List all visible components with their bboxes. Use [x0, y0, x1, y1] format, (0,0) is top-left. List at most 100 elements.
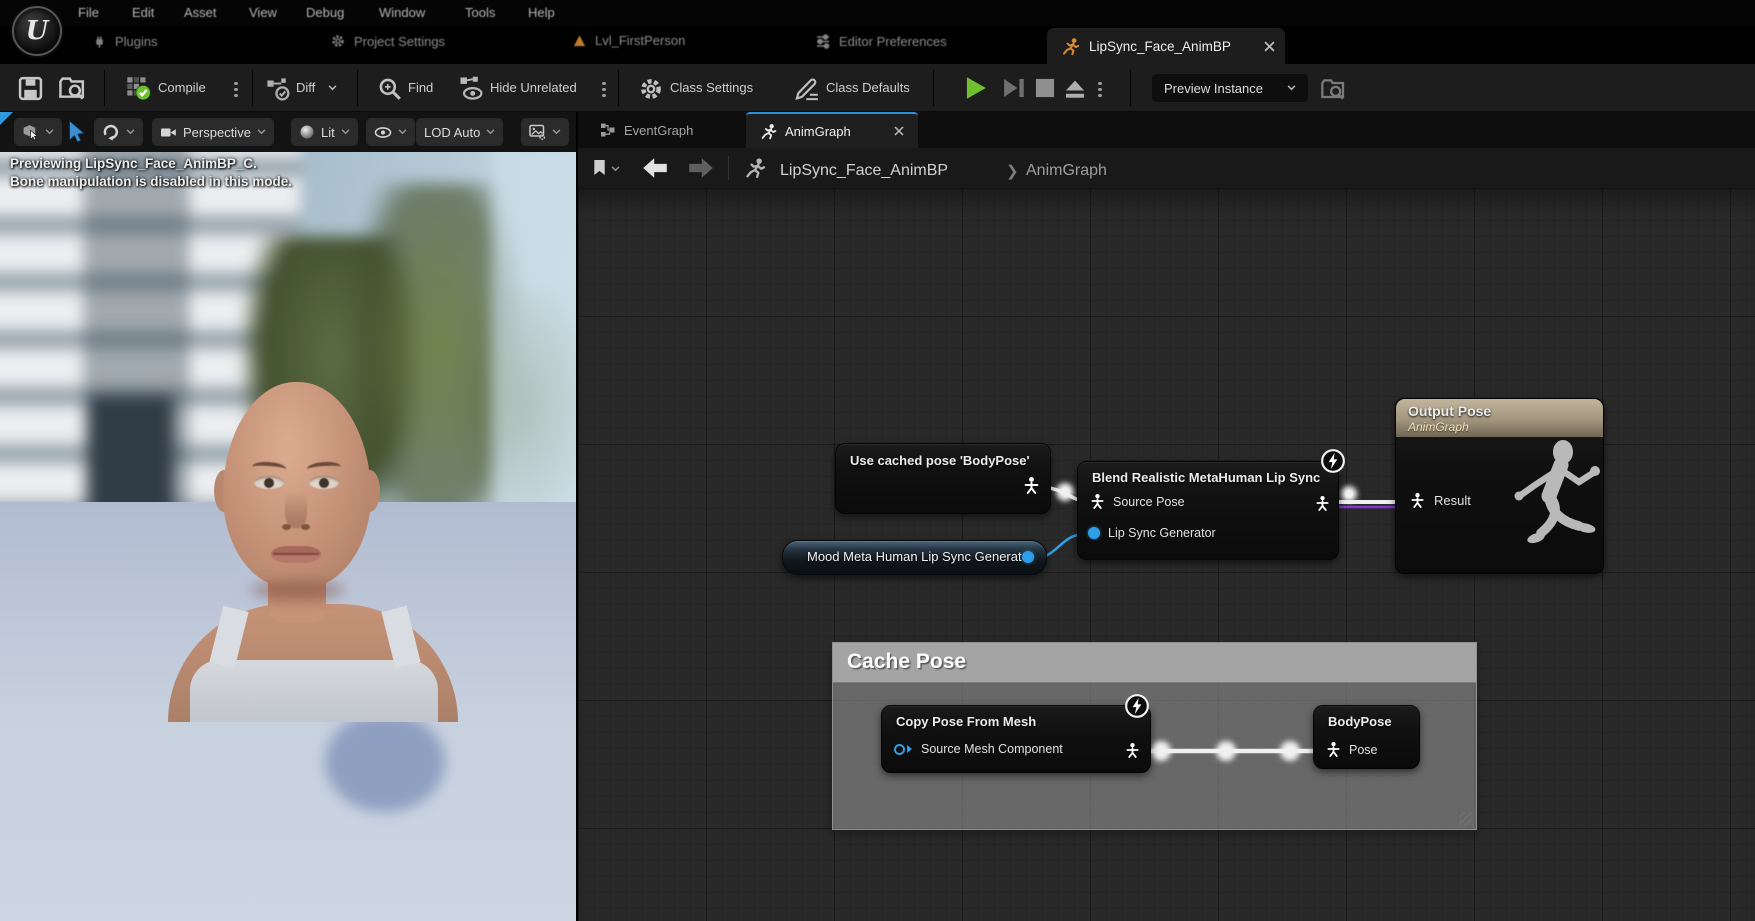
pose-output-pin[interactable] [1023, 476, 1040, 495]
chevron-down-icon [398, 129, 407, 135]
viewport-transform-tool-button[interactable] [14, 118, 62, 146]
pose-input-pin[interactable] [1410, 492, 1425, 509]
node-blend-metahuman-lipsync[interactable]: Blend Realistic MetaHuman Lip Sync Sourc… [1077, 461, 1339, 560]
menu-help[interactable]: Help [528, 5, 555, 20]
node-copy-pose-from-mesh[interactable]: Copy Pose From Mesh Source Mesh Componen… [881, 705, 1151, 773]
show-menu-button[interactable] [366, 118, 415, 146]
toolbar-separator [1130, 70, 1131, 106]
hide-unrelated-button[interactable] [459, 76, 485, 102]
menu-asset[interactable]: Asset [184, 5, 217, 20]
breadcrumb-separator-line [728, 156, 729, 180]
pose-output-pin[interactable] [1315, 495, 1330, 512]
browse-asset-button[interactable] [58, 75, 86, 101]
rotate-tool-button[interactable] [94, 118, 143, 146]
diff-icon [266, 77, 291, 102]
preview-viewport-3d[interactable]: Previewing LipSync_Face_AnimBP_C. Bone m… [0, 152, 576, 921]
lod-dropdown[interactable]: LOD Auto [416, 118, 503, 146]
eject-button[interactable] [1061, 74, 1089, 102]
fast-path-lightning-icon [1124, 693, 1150, 719]
unreal-logo[interactable]: U [12, 6, 62, 56]
pose-output-pin[interactable] [1125, 742, 1140, 759]
chevron-down-icon [486, 129, 495, 135]
animgraph-canvas[interactable]: Cache Pose [578, 188, 1755, 921]
perspective-dropdown[interactable]: Perspective [152, 118, 274, 146]
tab-plugins[interactable]: Plugins [92, 33, 158, 49]
select-tool-button[interactable] [66, 120, 88, 144]
toolbar-separator [618, 70, 619, 106]
class-defaults-button[interactable] [794, 76, 820, 102]
perspective-label: Perspective [183, 125, 251, 140]
preview-instance-dropdown[interactable]: Preview Instance [1152, 74, 1308, 102]
play-button[interactable] [962, 74, 990, 102]
menu-tools[interactable]: Tools [465, 5, 495, 20]
pose-pin-row[interactable]: Pose [1326, 741, 1378, 758]
class-settings-button[interactable] [638, 76, 664, 102]
play-options-kebab[interactable] [1098, 79, 1102, 100]
chevron-down-icon[interactable] [611, 166, 620, 172]
step-forward-icon [1000, 74, 1028, 102]
compile-label[interactable]: Compile [158, 80, 206, 95]
breadcrumb-root[interactable]: LipSync_Face_AnimBP [780, 162, 948, 180]
output-pose-header: Output Pose AnimGraph [1396, 399, 1603, 437]
lip-sync-generator-pin-row[interactable]: Lip Sync Generator [1088, 526, 1216, 540]
node-use-cached-pose[interactable]: Use cached pose 'BodyPose' [835, 443, 1051, 514]
step-forward-button[interactable] [1000, 74, 1028, 102]
menu-file[interactable]: File [78, 5, 99, 20]
eye-icon [374, 125, 392, 140]
hide-unrelated-label[interactable]: Hide Unrelated [490, 80, 577, 95]
breadcrumb-current[interactable]: AnimGraph [1026, 162, 1107, 180]
mannequin-watermark [1491, 437, 1601, 567]
diff-button[interactable] [266, 77, 291, 102]
variable-output-pin[interactable] [1022, 551, 1034, 563]
tab-eventgraph[interactable]: EventGraph [586, 112, 707, 148]
stop-icon [1031, 74, 1059, 102]
node-mood-generator-variable[interactable]: Mood Meta Human Lip Sync Generator [782, 540, 1047, 575]
nav-back-button[interactable] [640, 157, 670, 179]
screenshot-dropdown[interactable] [521, 118, 569, 146]
tab-project-settings[interactable]: Project Settings [330, 33, 445, 49]
class-settings-label[interactable]: Class Settings [670, 80, 753, 95]
viewport-overlay-line1: Previewing LipSync_Face_AnimBP_C. [10, 156, 257, 171]
diff-label[interactable]: Diff [296, 80, 315, 95]
save-icon [18, 76, 43, 101]
tab-lipsync-face-animbp[interactable]: LipSync_Face_AnimBP [1047, 28, 1285, 64]
pose-input-pin[interactable] [1090, 493, 1105, 510]
close-icon[interactable] [894, 126, 904, 136]
compile-options-kebab[interactable] [234, 79, 238, 100]
close-icon[interactable] [1264, 41, 1275, 52]
pose-input-pin[interactable] [1326, 741, 1341, 758]
lit-sphere-icon [299, 124, 315, 140]
stop-button[interactable] [1031, 74, 1059, 102]
menu-edit[interactable]: Edit [132, 5, 154, 20]
nav-forward-button[interactable] [686, 157, 716, 179]
node-output-pose[interactable]: Output Pose AnimGraph Result [1395, 398, 1604, 574]
class-defaults-label[interactable]: Class Defaults [826, 80, 910, 95]
character-shadow [325, 712, 445, 812]
chevron-down-icon[interactable] [328, 85, 337, 91]
plug-icon [92, 33, 107, 49]
find-button[interactable] [377, 76, 403, 102]
tab-lvl-firstperson[interactable]: Lvl_FirstPerson [572, 33, 685, 48]
source-pose-pin-row[interactable]: Source Pose [1090, 493, 1185, 510]
bookmarks-button[interactable] [592, 158, 607, 177]
menu-debug[interactable]: Debug [306, 5, 344, 20]
tab-animgraph[interactable]: AnimGraph [746, 112, 918, 148]
unreal-editor-window: U File Edit Asset View Debug Window Tool… [0, 0, 1755, 921]
toolbar-separator [933, 70, 934, 106]
preview-browse-button[interactable] [1320, 77, 1346, 101]
result-pin-row[interactable]: Result [1410, 492, 1471, 509]
lit-mode-dropdown[interactable]: Lit [291, 118, 358, 146]
menu-view[interactable]: View [249, 5, 277, 20]
object-pin[interactable] [1088, 527, 1100, 539]
find-label[interactable]: Find [408, 80, 433, 95]
save-button[interactable] [18, 76, 43, 101]
search-icon [377, 76, 403, 102]
menu-window[interactable]: Window [379, 5, 425, 20]
tab-editor-preferences[interactable]: Editor Preferences [815, 33, 947, 49]
source-mesh-pin-row[interactable]: Source Mesh Component [894, 742, 1063, 756]
compile-button[interactable] [126, 76, 152, 102]
object-ref-pin[interactable] [894, 744, 905, 755]
bookmark-icon [592, 158, 607, 177]
hide-unrelated-kebab[interactable] [602, 79, 606, 100]
node-bodypose[interactable]: BodyPose Pose [1313, 705, 1420, 769]
